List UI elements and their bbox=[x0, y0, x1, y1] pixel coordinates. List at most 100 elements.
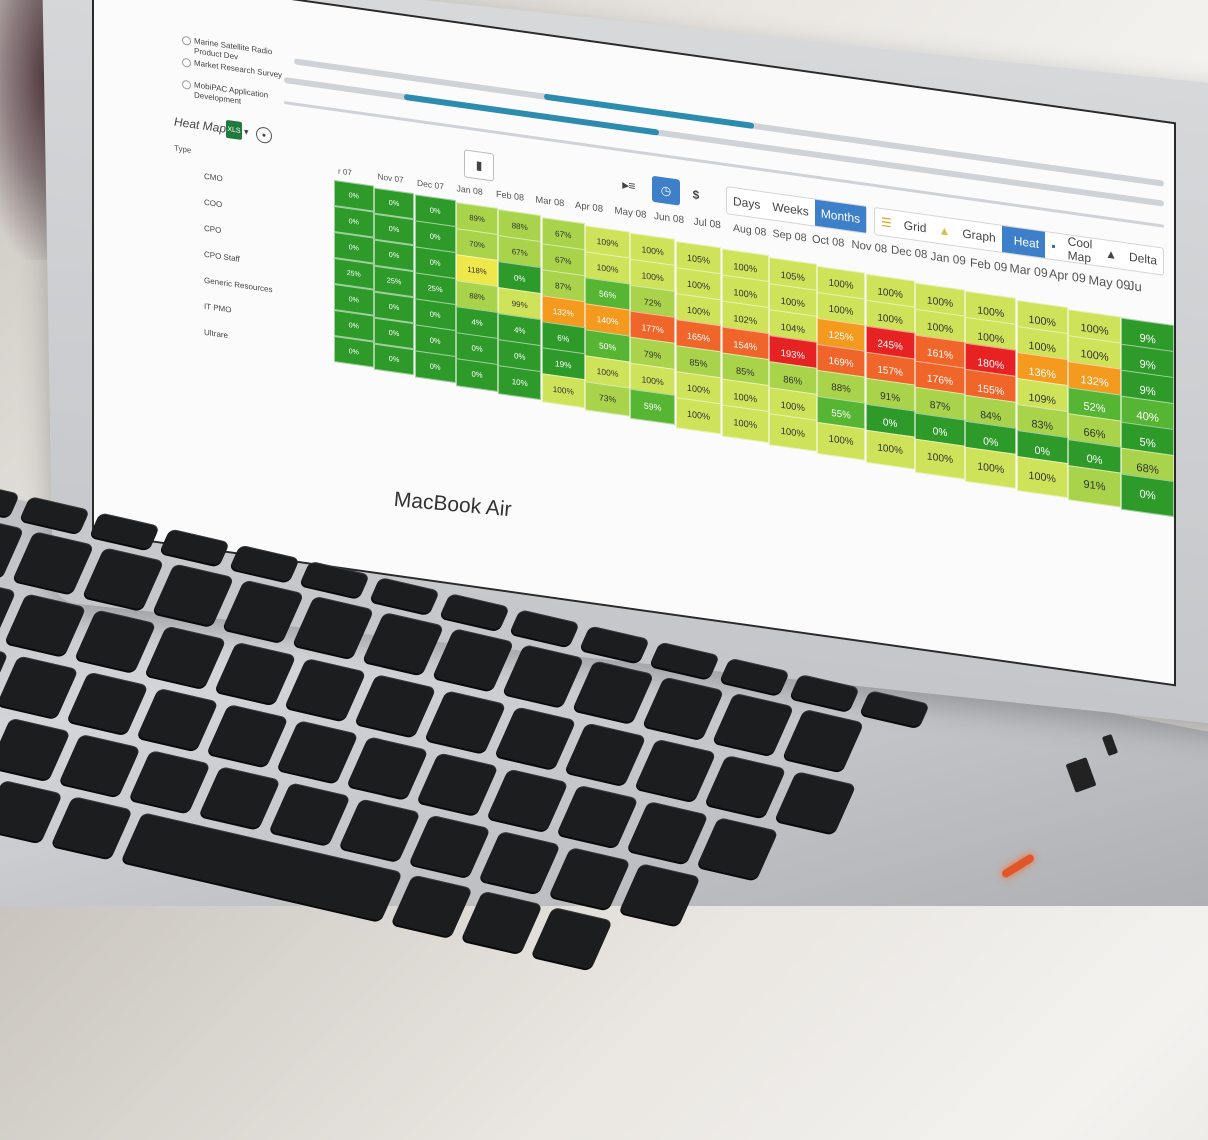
heatmap-cell[interactable]: 91% bbox=[1068, 464, 1121, 508]
heatmap-cell[interactable]: 100% bbox=[721, 404, 769, 443]
row-label: Ultrare bbox=[204, 327, 229, 341]
keyboard-key[interactable] bbox=[292, 595, 375, 659]
month-header: Feb 08 bbox=[496, 188, 525, 203]
keyboard-key[interactable] bbox=[51, 796, 133, 859]
keyboard-key[interactable] bbox=[0, 717, 71, 781]
keyboard-key[interactable] bbox=[704, 754, 787, 818]
heatmap-cell[interactable]: 100% bbox=[816, 421, 866, 461]
heatmap-cell[interactable]: 100% bbox=[965, 447, 1017, 489]
radio-icon[interactable] bbox=[182, 79, 191, 90]
keyboard-key[interactable] bbox=[461, 890, 543, 954]
heatmap-cell[interactable]: 100% bbox=[1016, 455, 1068, 499]
keyboard-key[interactable] bbox=[432, 628, 515, 691]
keyboard-key[interactable] bbox=[424, 690, 507, 754]
heatmap-cell[interactable]: 100% bbox=[675, 396, 722, 435]
keyboard-key[interactable] bbox=[478, 830, 561, 894]
weeks-button[interactable]: Weeks bbox=[766, 199, 814, 220]
keyboard-key[interactable] bbox=[74, 609, 157, 673]
months-button[interactable]: Months bbox=[814, 199, 867, 233]
keyboard-key[interactable] bbox=[494, 706, 577, 770]
keyboard-key[interactable] bbox=[152, 563, 235, 627]
keyboard-key[interactable] bbox=[416, 752, 499, 816]
heatmap-cell[interactable]: 0% bbox=[1121, 473, 1175, 518]
month-header: Ju bbox=[1128, 277, 1142, 295]
keyboard-key[interactable] bbox=[198, 766, 281, 830]
delta-button[interactable]: Delta bbox=[1123, 249, 1163, 269]
heatmap-cell[interactable]: 10% bbox=[498, 365, 542, 400]
keyboard-key[interactable] bbox=[572, 660, 655, 724]
keyboard-key[interactable] bbox=[4, 593, 87, 657]
keyboard-key[interactable] bbox=[284, 657, 367, 721]
heatmap-cell[interactable]: 0% bbox=[334, 336, 374, 368]
keyboard-key[interactable] bbox=[128, 750, 211, 813]
keyboard-key[interactable] bbox=[276, 720, 359, 783]
keyboard-key[interactable] bbox=[268, 782, 351, 846]
chevron-down-icon[interactable]: ▾ bbox=[244, 118, 249, 145]
heatmap-cell[interactable]: 0% bbox=[1174, 482, 1176, 528]
heatmap-cell[interactable]: 59% bbox=[630, 388, 676, 426]
keyboard-key[interactable] bbox=[408, 814, 491, 878]
clock-icon[interactable]: ◷ bbox=[652, 175, 680, 206]
heatmap-cell[interactable]: 0% bbox=[1174, 326, 1176, 372]
coolmap-button[interactable]: Cool Map bbox=[1062, 233, 1099, 266]
row-label: Generic Resources bbox=[204, 275, 273, 295]
indent-icon[interactable]: ▸≡ bbox=[614, 170, 644, 200]
days-button[interactable]: Days bbox=[727, 193, 766, 213]
grid-button[interactable]: Grid bbox=[898, 217, 933, 236]
heatmap-cell[interactable]: 0% bbox=[1174, 352, 1176, 398]
keyboard-key[interactable] bbox=[82, 547, 165, 611]
keyboard-key[interactable] bbox=[626, 800, 709, 864]
keyboard-key[interactable] bbox=[0, 480, 21, 518]
keyboard-key[interactable] bbox=[58, 733, 141, 797]
keyboard-key[interactable] bbox=[486, 768, 569, 832]
graph-button[interactable]: Graph bbox=[956, 225, 1001, 245]
heatmap-cell[interactable]: 100% bbox=[769, 413, 817, 452]
keyboard-key[interactable] bbox=[642, 676, 725, 740]
excel-export-icon[interactable]: XLS bbox=[226, 119, 242, 141]
lock-icon[interactable]: ● bbox=[256, 126, 272, 145]
keyboard-key[interactable] bbox=[206, 703, 289, 767]
heatmap-cell[interactable]: 0% bbox=[414, 350, 456, 384]
keyboard-key[interactable] bbox=[556, 784, 639, 848]
keyboard-key[interactable] bbox=[144, 625, 227, 689]
heatmap-cell[interactable]: 100% bbox=[915, 438, 965, 480]
keyboard-key[interactable] bbox=[338, 798, 421, 862]
keyboard-key[interactable] bbox=[0, 655, 79, 719]
keyboard-key[interactable] bbox=[564, 722, 647, 786]
heatmap-cell[interactable]: 0% bbox=[1174, 430, 1176, 476]
keyboard-key[interactable] bbox=[634, 738, 717, 802]
keyboard-key[interactable] bbox=[354, 674, 437, 737]
keyboard-key[interactable] bbox=[66, 671, 149, 735]
keyboard-key[interactable] bbox=[346, 736, 429, 800]
keyboard-key[interactable] bbox=[0, 779, 63, 843]
keyboard-key[interactable] bbox=[222, 579, 305, 643]
heatmap-cell[interactable]: 69% bbox=[1174, 456, 1176, 502]
heatmap-cell[interactable]: 73% bbox=[585, 380, 630, 417]
keyboard-key[interactable] bbox=[782, 708, 865, 772]
dollar-button[interactable]: $ bbox=[686, 180, 706, 209]
heatmap-cell[interactable]: 0% bbox=[373, 343, 415, 376]
project-item[interactable]: MobiPAC Application Development bbox=[182, 79, 284, 113]
keyboard-key[interactable] bbox=[696, 817, 779, 880]
radio-icon[interactable] bbox=[182, 35, 191, 46]
heatmap-cell[interactable]: 0% bbox=[456, 357, 498, 392]
keyboard-key[interactable] bbox=[774, 771, 857, 834]
keyboard-key[interactable] bbox=[531, 906, 613, 970]
month-header: May 09 bbox=[1088, 272, 1131, 293]
keyboard-key[interactable] bbox=[362, 611, 445, 675]
keyboard-key[interactable] bbox=[618, 863, 701, 926]
keyboard-key[interactable] bbox=[712, 692, 795, 756]
heatmap-button[interactable]: Heat Map bbox=[1001, 225, 1046, 276]
lightbulb-icon[interactable]: ▮ bbox=[464, 149, 494, 182]
heatmap-cell[interactable]: 100% bbox=[865, 429, 915, 470]
keyboard-key[interactable] bbox=[12, 531, 95, 594]
heatmap-cell[interactable]: 0% bbox=[1174, 378, 1176, 424]
radio-icon[interactable] bbox=[182, 57, 191, 68]
heatmap-title: Heat Map bbox=[174, 114, 227, 136]
keyboard-key[interactable] bbox=[502, 644, 585, 708]
heatmap-cell[interactable]: 19% bbox=[1174, 404, 1176, 450]
keyboard-key[interactable] bbox=[136, 687, 219, 751]
heatmap-cell[interactable]: 100% bbox=[541, 373, 585, 409]
keyboard-key[interactable] bbox=[548, 846, 631, 910]
keyboard-key[interactable] bbox=[214, 641, 297, 705]
